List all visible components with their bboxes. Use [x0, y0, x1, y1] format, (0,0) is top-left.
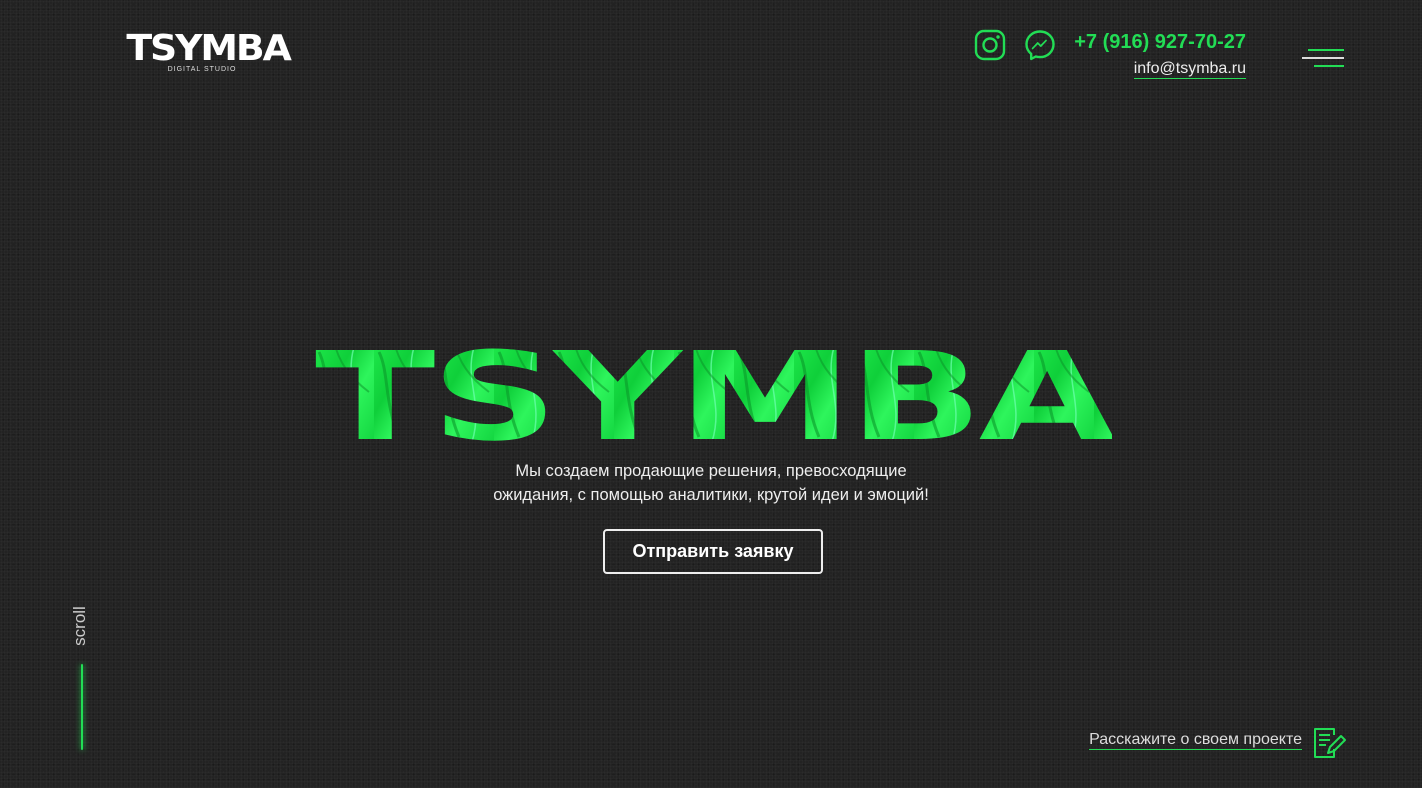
hero-subtitle-line1: Мы создаем продающие решения, превосходя…	[515, 462, 907, 480]
hero-title: TSYMBA	[315, 342, 1112, 446]
email-link[interactable]: info@tsymba.ru	[1040, 60, 1246, 79]
site-logo[interactable]: TSYMBA DIGITAL STUDIO	[81, 30, 323, 76]
document-edit-icon[interactable]	[1312, 727, 1346, 759]
scroll-label: scroll	[70, 606, 89, 646]
hero-title-text: TSYMBA	[315, 342, 1112, 446]
hero-subtitle: Мы создаем продающие решения, превосходя…	[411, 459, 1011, 507]
phone-link[interactable]: +7 (916) 927-70-27	[1040, 31, 1246, 54]
instagram-icon[interactable]	[974, 29, 1006, 61]
logo-subtitle: DIGITAL STUDIO	[167, 66, 237, 73]
hero-subtitle-line2: ожидания, с помощью аналитики, крутой ид…	[493, 486, 929, 504]
tell-about-project-link[interactable]: Расскажите о своем проекте	[1000, 731, 1302, 750]
hamburger-menu-icon[interactable]	[1300, 48, 1346, 70]
scroll-indicator-line	[81, 664, 83, 750]
submit-request-button[interactable]: Отправить заявку	[603, 529, 823, 574]
email-text: info@tsymba.ru	[1133, 60, 1246, 79]
logo-text: TSYMBA	[126, 28, 292, 69]
tell-about-project-text: Расскажите о своем проекте	[1089, 731, 1302, 750]
